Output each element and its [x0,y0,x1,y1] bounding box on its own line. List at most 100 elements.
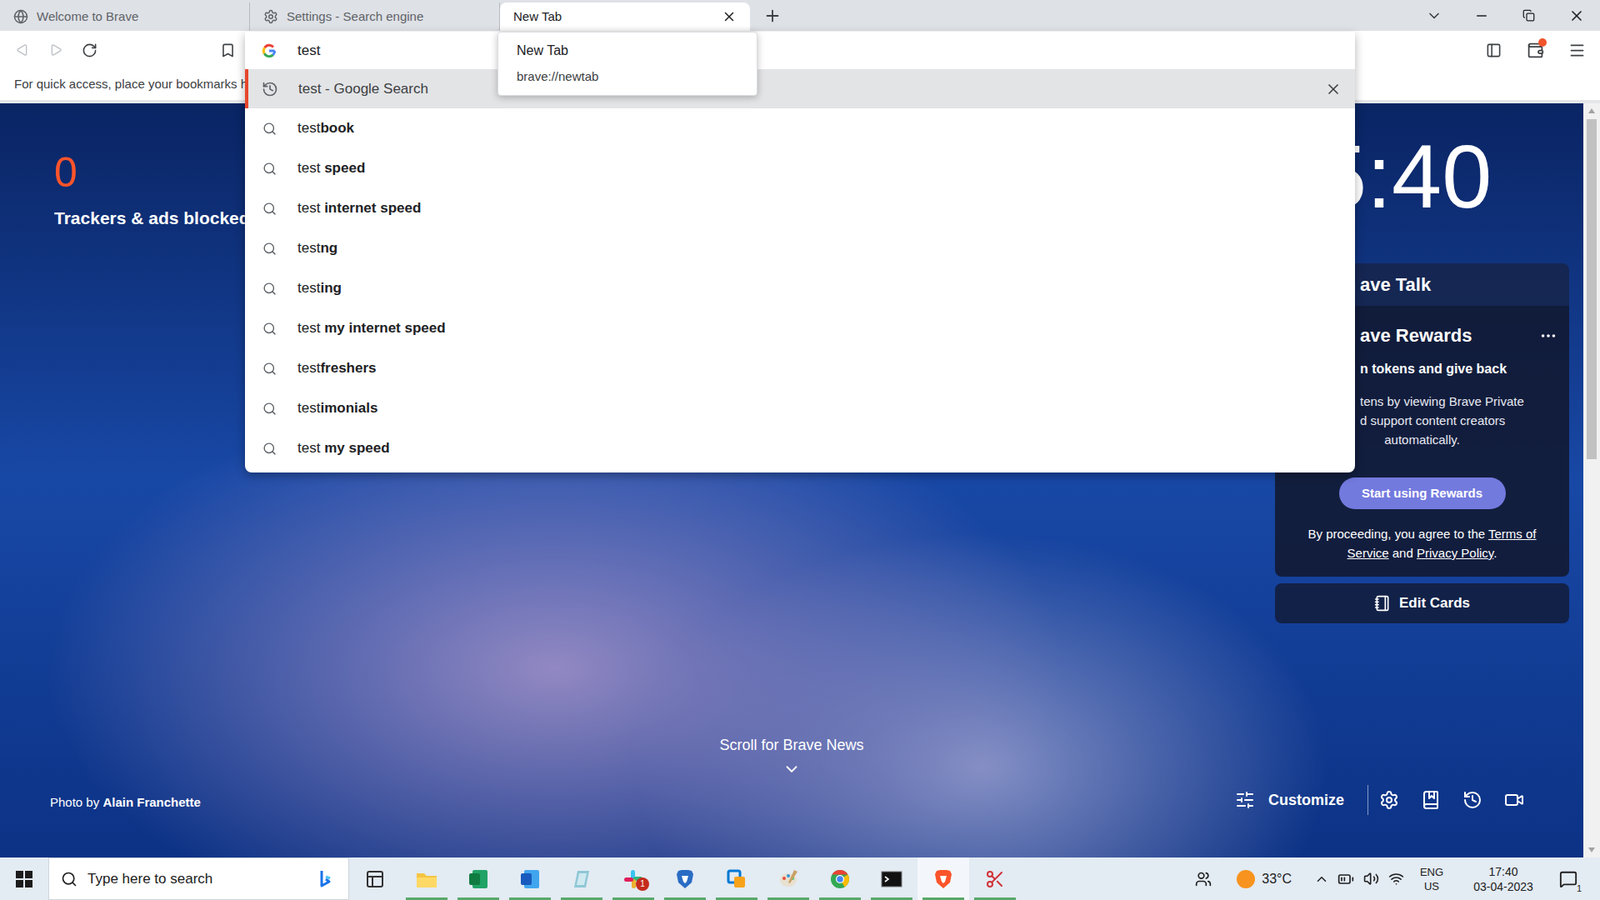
suggestion-row[interactable]: testng [245,228,1355,269]
scroll-up-icon[interactable] [1587,106,1596,115]
tab-search-button[interactable] [1410,0,1458,31]
history-button[interactable] [1451,790,1494,810]
taskbar-app[interactable] [555,857,608,900]
taskbar-app[interactable] [710,857,763,900]
bookmark-button[interactable] [210,33,245,67]
suggestion-row[interactable]: test speed [245,148,1355,189]
terminal-icon [880,869,904,890]
suggestion-row[interactable]: testing [245,268,1355,309]
minimize-button[interactable] [1457,0,1505,31]
search-icon [262,321,277,336]
brave-news-prompt[interactable]: Scroll for Brave News [0,734,1584,779]
scrollbar[interactable] [1583,103,1600,858]
bookmarks-icon [1420,790,1441,810]
google-icon [260,42,278,60]
clock[interactable]: 17:4003-04-2023 [1463,864,1544,895]
running-indicator [457,897,500,900]
suggestion-row[interactable]: test internet speed [245,188,1355,229]
bottom-actions: Customize [1233,785,1535,815]
sun-icon [1236,870,1255,889]
taskbar-app[interactable] [349,857,401,900]
taskbar-app[interactable] [814,857,866,900]
forward-button[interactable] [39,33,73,67]
divider [1367,785,1369,815]
scroll-down-icon[interactable] [1587,845,1596,855]
tab-label: Welcome to Brave [36,7,236,27]
weather[interactable]: 33°C [1236,857,1292,900]
language[interactable]: ENGUS [1415,865,1449,894]
forward-icon [49,43,63,57]
notifications[interactable]: 1 [1551,857,1585,900]
taskbar-app[interactable] [917,857,970,900]
running-indicator [560,897,603,900]
suggestion-row[interactable]: test my internet speed [245,308,1355,349]
suggestion-row[interactable]: testimonials [245,388,1355,429]
omnibox-input[interactable]: test [245,31,1355,70]
close-tab-icon[interactable] [721,9,737,25]
volume-icon [1363,870,1380,887]
taskbar-app[interactable] [762,857,815,900]
sidebar-icon [1485,42,1502,59]
history-icon [261,80,279,98]
excel-icon [467,868,490,890]
new-tab-button[interactable] [750,0,795,31]
bing-icon [315,868,337,890]
running-indicator [405,897,448,900]
search-icon [262,201,277,216]
tab[interactable]: New Tab [500,2,750,31]
restore-button[interactable] [1505,0,1553,31]
terms-text: By proceeding, you agree to the [1307,526,1489,541]
explorer-icon [415,869,439,890]
volume[interactable] [1358,870,1384,887]
more-icon[interactable] [1539,326,1558,345]
menu-button[interactable] [1555,33,1598,67]
talk-button[interactable] [1493,790,1535,810]
tray-expand[interactable] [1310,871,1334,887]
start-button[interactable] [0,857,49,900]
taskbar-search[interactable]: Type here to search [48,857,350,900]
search-icon [262,361,277,376]
customize-button[interactable]: Customize [1233,789,1345,812]
taskbar-app[interactable] [504,857,556,900]
chevron-up-icon [1314,871,1330,887]
trackers-count: 0 [54,151,250,194]
terms-text: . [1493,545,1497,560]
restore-icon [1522,9,1535,22]
taskbar-app[interactable] [865,857,918,900]
taskbar-app[interactable] [659,857,711,900]
menu-icon [1568,41,1586,60]
remove-suggestion-icon[interactable] [1325,80,1342,98]
back-button[interactable] [5,33,40,67]
people-icon [1195,870,1212,888]
brave-icon [933,868,954,890]
suggestion-row[interactable]: testfreshers [245,348,1355,389]
paint-icon [777,868,800,890]
close-button[interactable] [1552,0,1600,31]
suggestion-row[interactable]: test - Google Search [245,69,1355,109]
bookmarks-button[interactable] [1410,790,1452,810]
word-icon [519,868,541,890]
people-button[interactable] [1185,857,1222,900]
network[interactable] [1383,870,1409,887]
taskbar-app[interactable] [400,857,453,900]
suggestion-row[interactable]: testbook [245,108,1355,149]
taskbar-app[interactable] [452,857,505,900]
terms-link[interactable]: Privacy Policy [1416,545,1494,560]
sidebar-button[interactable] [1472,33,1515,67]
taskbar-app[interactable] [969,857,1021,900]
running-indicator [870,897,913,900]
reload-button[interactable] [72,33,106,67]
wallet-button[interactable] [1514,33,1556,67]
taskbar-app[interactable]: 1 [607,857,660,900]
battery[interactable] [1333,870,1359,888]
tab[interactable]: Welcome to Brave [0,2,250,31]
scrollbar-thumb[interactable] [1586,119,1597,460]
suggestion-row[interactable]: test my speed [245,428,1355,469]
start-rewards-button[interactable]: Start using Rewards [1339,477,1506,510]
globe-icon [13,9,29,25]
search-icon [262,401,277,416]
tab[interactable]: Settings - Search engine [250,2,500,31]
running-indicator [767,897,810,900]
edit-cards-button[interactable]: Edit Cards [1275,583,1570,624]
settings-button[interactable] [1368,790,1410,810]
